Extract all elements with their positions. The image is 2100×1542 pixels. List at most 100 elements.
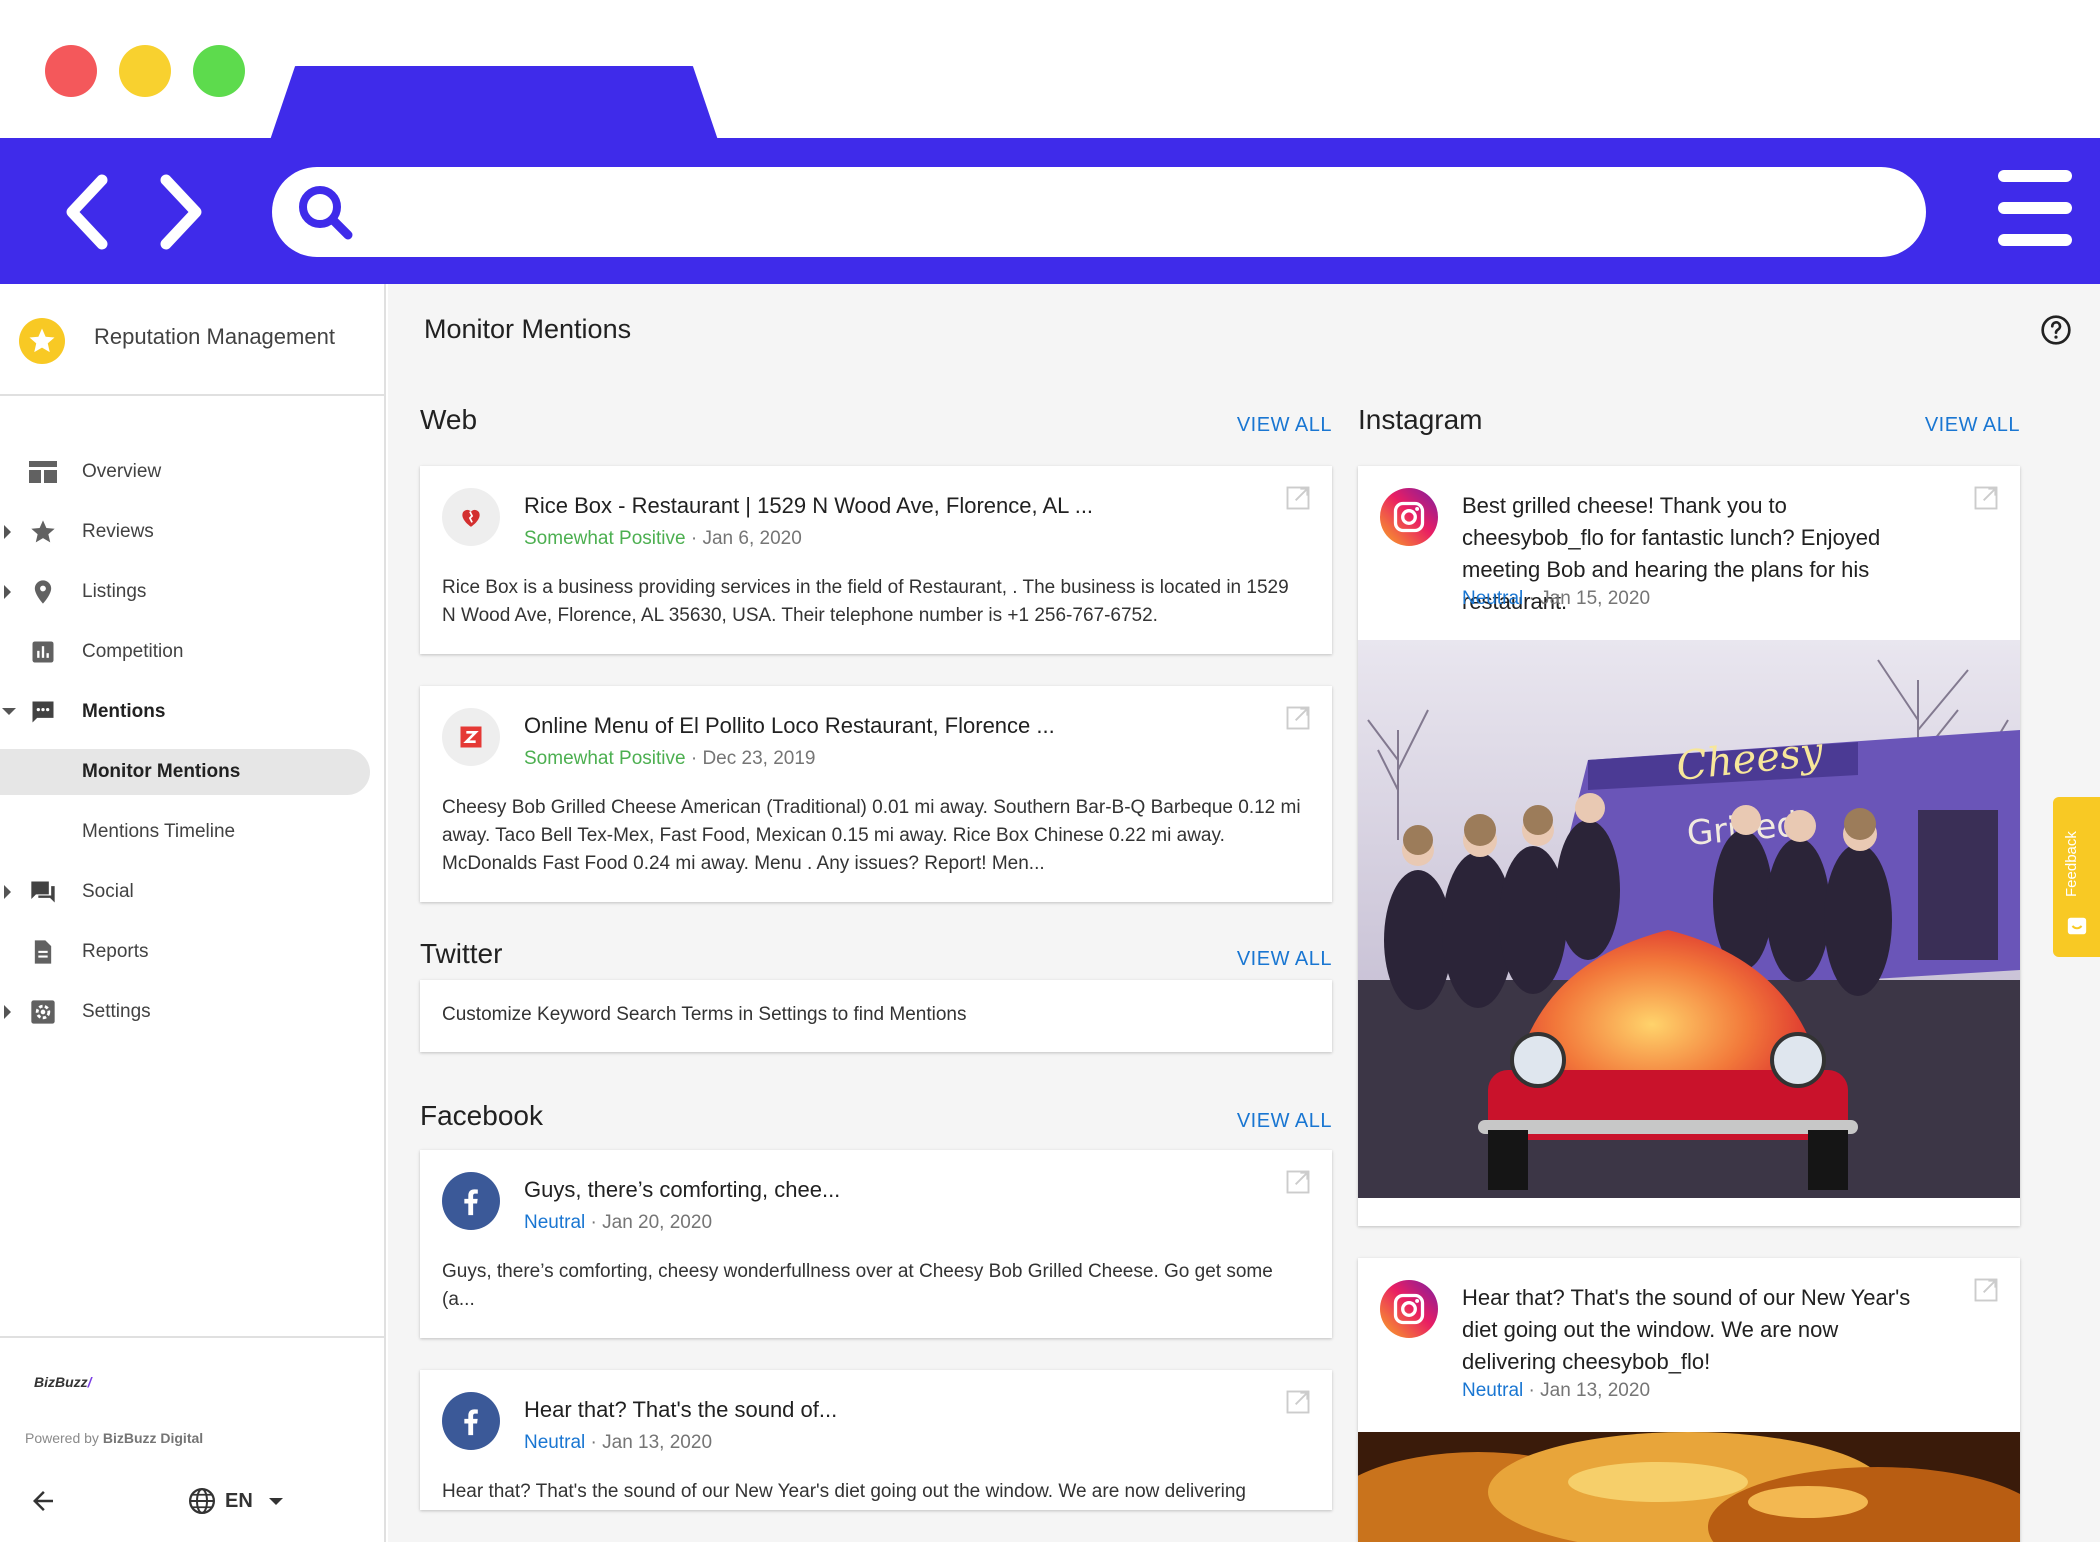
instagram-mention-card[interactable]: Best grilled cheese! Thank you to cheesy… bbox=[1358, 466, 2020, 1226]
instagram-icon bbox=[1380, 488, 1438, 546]
feedback-smile-icon bbox=[2067, 917, 2087, 935]
sentiment-label: Neutral bbox=[1462, 588, 1524, 609]
sentiment-label: Neutral bbox=[1462, 1380, 1524, 1401]
instagram-mention-card[interactable]: Hear that? That's the sound of our New Y… bbox=[1358, 1258, 2020, 1542]
instagram-view-all-link[interactable]: VIEW ALL bbox=[1925, 414, 2020, 437]
open-external-icon[interactable] bbox=[1284, 484, 1312, 512]
sidebar-item-label: Reviews bbox=[82, 521, 154, 542]
minimize-window-dot[interactable] bbox=[119, 45, 171, 97]
search-icon bbox=[299, 186, 353, 240]
sidebar: Reputation Management Overview Reviews L… bbox=[0, 284, 386, 1542]
mention-title[interactable]: Online Menu of El Pollito Loco Restauran… bbox=[524, 710, 1242, 742]
facebook-icon bbox=[442, 1392, 500, 1450]
web-mention-card[interactable]: Rice Box - Restaurant | 1529 N Wood Ave,… bbox=[420, 466, 1332, 654]
open-external-icon[interactable] bbox=[1284, 704, 1312, 732]
mention-body: Cheesy Bob Grilled Cheese American (Trad… bbox=[442, 797, 1301, 874]
help-icon[interactable] bbox=[2040, 314, 2072, 346]
mention-body: Hear that? That's the sound of our New Y… bbox=[442, 1481, 1246, 1502]
open-external-icon[interactable] bbox=[1284, 1388, 1312, 1416]
expand-caret-icon[interactable] bbox=[4, 525, 11, 539]
twitter-view-all-link[interactable]: VIEW ALL bbox=[1237, 948, 1332, 971]
hamburger-menu-icon[interactable] bbox=[1998, 170, 2072, 252]
instagram-section-header: Instagram VIEW ALL bbox=[1358, 374, 2020, 466]
sidebar-item-monitor-mentions[interactable]: Monitor Mentions bbox=[0, 749, 370, 795]
page-header: Monitor Mentions bbox=[388, 284, 2100, 374]
sidebar-item-label: Reports bbox=[82, 941, 149, 962]
collapse-caret-icon[interactable] bbox=[2, 708, 16, 715]
mention-title[interactable]: Hear that? That's the sound of... bbox=[524, 1394, 1242, 1426]
facebook-view-all-link[interactable]: VIEW ALL bbox=[1237, 1110, 1332, 1133]
instagram-post-photo[interactable]: Cheesy Grilled bbox=[1358, 640, 2020, 1198]
sidebar-item-mentions[interactable]: Mentions bbox=[0, 682, 386, 742]
close-window-dot[interactable] bbox=[45, 45, 97, 97]
star-logo-icon bbox=[19, 318, 65, 364]
sentiment-label: Somewhat Positive bbox=[524, 748, 686, 769]
sidebar-item-label: Listings bbox=[82, 581, 147, 602]
sentiment-label: Neutral bbox=[524, 1432, 586, 1453]
sidebar-item-social[interactable]: Social bbox=[0, 862, 386, 922]
language-selector[interactable]: EN bbox=[187, 1486, 283, 1516]
sidebar-item-competition[interactable]: Competition bbox=[0, 622, 386, 682]
web-view-all-link[interactable]: VIEW ALL bbox=[1237, 414, 1332, 437]
sidebar-item-settings[interactable]: Settings bbox=[0, 982, 386, 1042]
sidebar-item-overview[interactable]: Overview bbox=[0, 442, 386, 502]
forward-chevron-icon[interactable] bbox=[150, 172, 210, 252]
mention-title[interactable]: Hear that? That's the sound of our New Y… bbox=[1462, 1282, 1930, 1378]
feedback-tab[interactable]: Feedback bbox=[2053, 797, 2100, 957]
open-external-icon[interactable] bbox=[1972, 1276, 2000, 1304]
expand-caret-icon[interactable] bbox=[4, 1005, 11, 1019]
sidebar-item-mentions-timeline[interactable]: Mentions Timeline bbox=[0, 802, 386, 862]
web-source-icon bbox=[442, 708, 500, 766]
powered-prefix: Powered by bbox=[25, 1430, 103, 1446]
mentions-right-column: Instagram VIEW ALL Best grilled cheese! … bbox=[1358, 374, 2020, 1542]
twitter-section-header: Twitter VIEW ALL bbox=[420, 908, 1332, 980]
sidebar-item-label: Mentions bbox=[82, 701, 166, 722]
sidebar-item-label: Competition bbox=[82, 641, 184, 662]
sidebar-item-label: Overview bbox=[82, 461, 162, 482]
mention-title[interactable]: Rice Box - Restaurant | 1529 N Wood Ave,… bbox=[524, 490, 1242, 522]
open-external-icon[interactable] bbox=[1972, 484, 2000, 512]
facebook-section-header: Facebook VIEW ALL bbox=[420, 1070, 1332, 1150]
browser-tab[interactable] bbox=[268, 66, 720, 146]
mention-meta: Neutral · Jan 13, 2020 bbox=[524, 1432, 712, 1454]
mention-meta: Somewhat Positive · Jan 6, 2020 bbox=[524, 528, 802, 550]
powered-name: BizBuzz Digital bbox=[102, 1430, 204, 1446]
web-section-title: Web bbox=[420, 404, 478, 435]
sentiment-label: Somewhat Positive bbox=[524, 528, 686, 549]
web-mention-card[interactable]: Online Menu of El Pollito Loco Restauran… bbox=[420, 686, 1332, 902]
feedback-label: Feedback bbox=[2063, 831, 2080, 897]
twitter-section-title: Twitter bbox=[420, 938, 503, 969]
mention-body: Rice Box is a business providing service… bbox=[442, 577, 1289, 626]
mention-meta: Neutral · Jan 15, 2020 bbox=[1462, 588, 1650, 610]
instagram-post-photo[interactable] bbox=[1358, 1432, 2020, 1542]
dropdown-caret-icon bbox=[268, 1497, 283, 1505]
mention-date: · Jan 6, 2020 bbox=[685, 528, 802, 549]
sidebar-item-reports[interactable]: Reports bbox=[0, 922, 386, 982]
open-external-icon[interactable] bbox=[1284, 1168, 1312, 1196]
page-title: Monitor Mentions bbox=[424, 314, 632, 344]
sidebar-item-label: Settings bbox=[82, 1001, 151, 1022]
sidebar-footer: BizBuzz/ Powered by BizBuzz Digital EN bbox=[0, 1336, 386, 1542]
sentiment-label: Neutral bbox=[524, 1212, 586, 1233]
star-icon bbox=[31, 520, 55, 543]
back-chevron-icon[interactable] bbox=[60, 172, 120, 252]
facebook-mention-card[interactable]: Hear that? That's the sound of... Neutra… bbox=[420, 1370, 1332, 1510]
facebook-mention-card[interactable]: Guys, there’s comforting, chee... Neutra… bbox=[420, 1150, 1332, 1338]
back-arrow-icon[interactable] bbox=[28, 1486, 58, 1516]
web-source-icon bbox=[442, 488, 500, 546]
forum-icon bbox=[31, 881, 55, 903]
sidebar-nav: Overview Reviews Listings Competition Me… bbox=[0, 442, 386, 1042]
maximize-window-dot[interactable] bbox=[193, 45, 245, 97]
mention-date: · Jan 13, 2020 bbox=[585, 1432, 713, 1453]
twitter-empty-message: Customize Keyword Search Terms in Settin… bbox=[442, 1004, 967, 1025]
mention-body: Guys, there’s comforting, cheesy wonderf… bbox=[442, 1261, 1273, 1310]
expand-caret-icon[interactable] bbox=[4, 585, 11, 599]
sidebar-item-reviews[interactable]: Reviews bbox=[0, 502, 386, 562]
sidebar-item-listings[interactable]: Listings bbox=[0, 562, 386, 622]
address-bar[interactable] bbox=[272, 167, 1926, 257]
expand-caret-icon[interactable] bbox=[4, 885, 11, 899]
sidebar-item-label: Monitor Mentions bbox=[82, 761, 241, 782]
sidebar-item-label: Mentions Timeline bbox=[82, 821, 236, 842]
mention-title[interactable]: Guys, there’s comforting, chee... bbox=[524, 1174, 1242, 1206]
globe-icon bbox=[189, 1488, 215, 1514]
